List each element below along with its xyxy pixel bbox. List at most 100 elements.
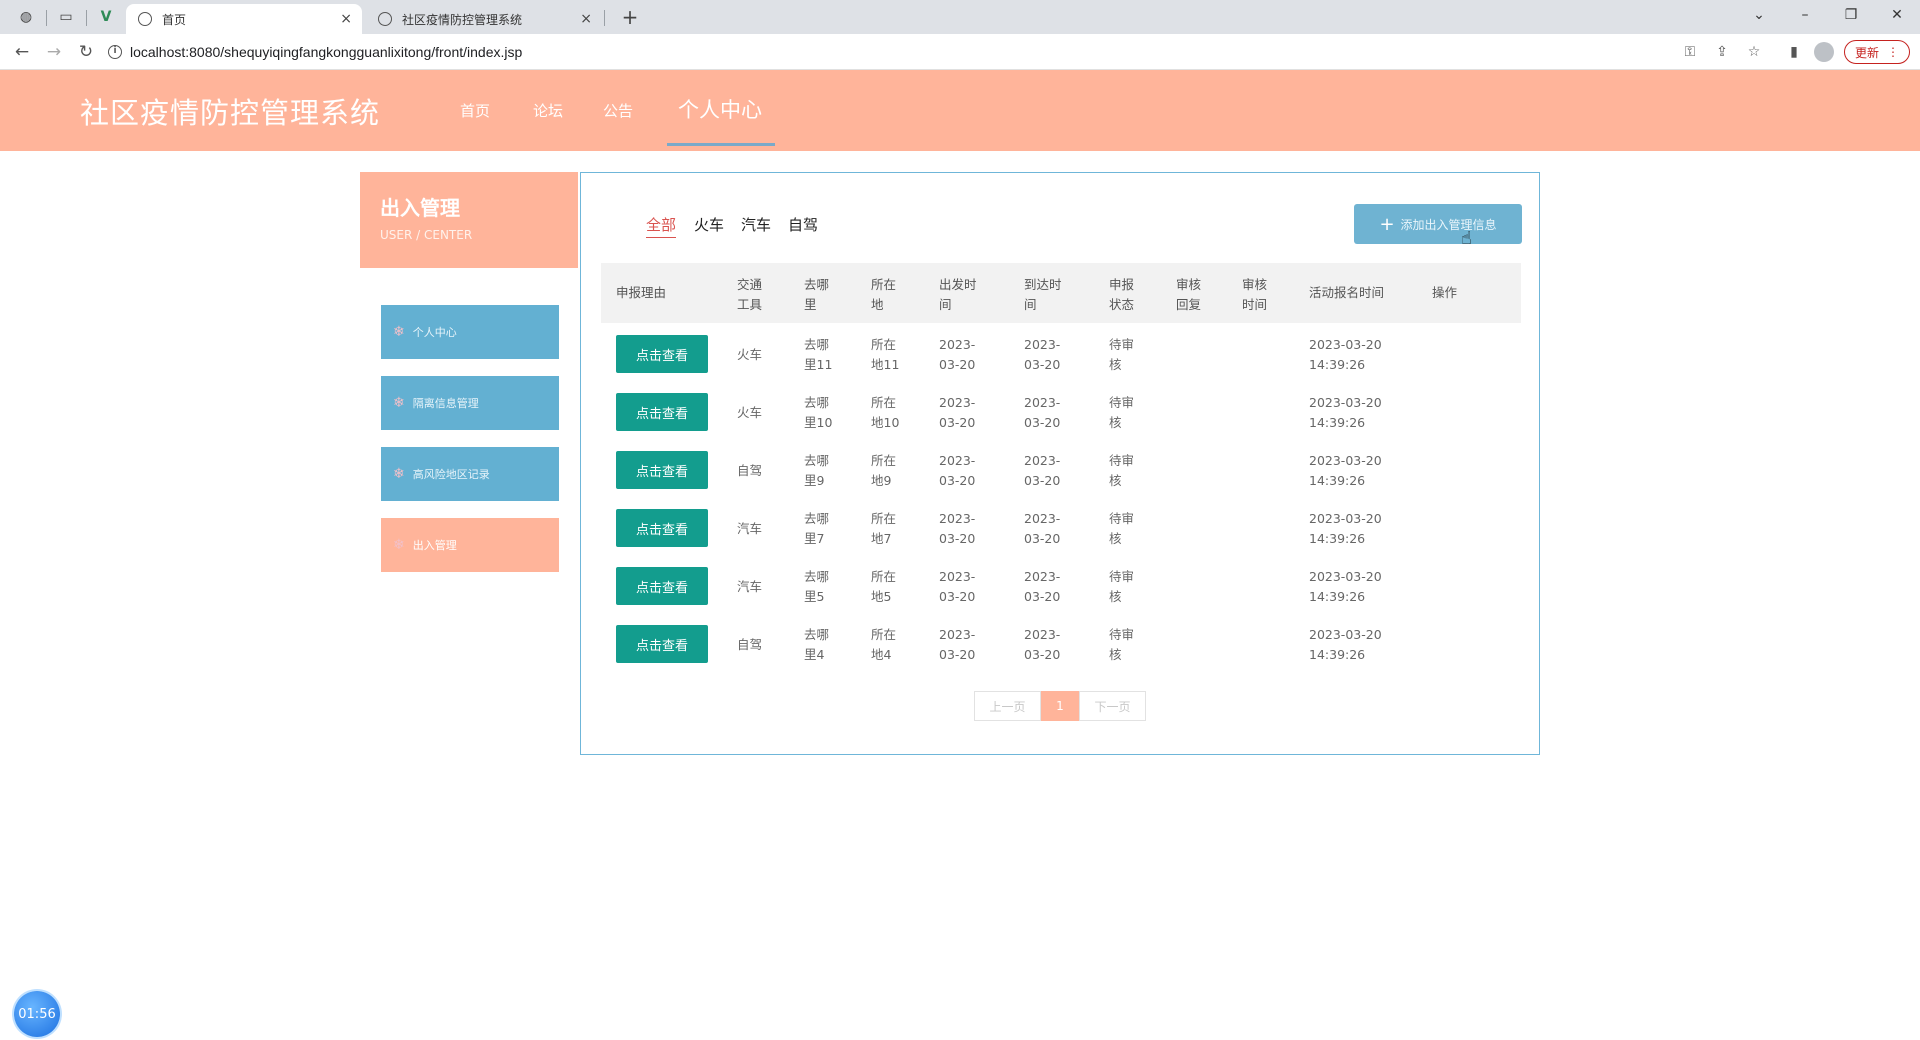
cell-signup-date-text: 2023-03-20 [1309, 627, 1382, 642]
sidebar-item-label: 个人中心 [412, 326, 457, 339]
page-1-button[interactable]: 1 [1041, 691, 1079, 721]
new-tab-button[interactable]: + [616, 4, 644, 30]
view-details-button[interactable]: 点击查看 [616, 509, 708, 547]
cell-status: 待审核 [1109, 395, 1135, 430]
cell-signup-time: 2023-03-20 14:39:26 [1309, 335, 1382, 375]
url-field[interactable]: i localhost:8080/shequyiqingfangkongguan… [108, 38, 1808, 66]
filter-self-drive[interactable]: 自驾 [788, 214, 818, 235]
snowflake-icon: ❄ [393, 395, 405, 411]
cell-signup-time: 2023-03-20 14:39:26 [1309, 509, 1382, 549]
update-button[interactable]: 更新 ⋮ [1844, 40, 1910, 64]
pinned-tab-vue-icon[interactable]: V [92, 4, 120, 30]
cell-signup-time: 2023-03-20 14:39:26 [1309, 393, 1382, 433]
view-details-button[interactable]: 点击查看 [616, 393, 708, 431]
col-signup-time: 活动报名时间 [1309, 285, 1385, 300]
cell-depart: 2023-03-20 [939, 453, 976, 488]
cell-arrive: 2023-03-20 [1024, 453, 1061, 488]
sidebar-header: 出入管理 USER / CENTER [360, 172, 578, 268]
col-status: 申报状态 [1109, 277, 1135, 312]
tab-close-icon[interactable]: × [580, 11, 592, 27]
reload-icon[interactable]: ↻ [74, 40, 98, 64]
sidebar-item-label: 高风险地区记录 [412, 468, 490, 481]
view-details-button[interactable]: 点击查看 [616, 567, 708, 605]
view-details-button[interactable]: 点击查看 [616, 451, 708, 489]
sidebar-item-user-center[interactable]: ❄ 个人中心 [381, 305, 559, 359]
snowflake-icon: ❄ [393, 466, 405, 482]
add-record-button[interactable]: + 添加出入管理信息 [1354, 204, 1522, 244]
cell-signup-time: 2023-03-20 14:39:26 [1309, 567, 1382, 607]
sidebar-title: 出入管理 [380, 196, 460, 220]
cell-location: 所在地11 [871, 337, 900, 372]
nav-announcement[interactable]: 公告 [603, 100, 633, 121]
tab-close-icon[interactable]: × [340, 11, 352, 27]
next-page-button[interactable]: 下一页 [1079, 691, 1146, 721]
cell-signup-date-text: 2023-03-20 [1309, 453, 1382, 468]
table-row: 点击查看 自驾 去哪里4 所在地4 2023-03-20 2023-03-20 待审核 202… [601, 615, 1521, 673]
share-icon[interactable]: ⇪ [1712, 42, 1732, 62]
prev-page-button[interactable]: 上一页 [974, 691, 1041, 721]
filter-train[interactable]: 火车 [694, 214, 724, 235]
col-reply: 审核回复 [1176, 277, 1202, 312]
nav-user-center[interactable]: 个人中心 [678, 94, 762, 124]
col-depart: 出发时间 [939, 277, 977, 312]
tab-home[interactable]: 首页 × [126, 4, 362, 34]
cell-signup-time: 2023-03-20 14:39:26 [1309, 625, 1382, 665]
profile-avatar[interactable] [1814, 42, 1834, 62]
globe-icon [378, 12, 392, 26]
filter-bus[interactable]: 汽车 [741, 214, 771, 235]
table-row: 点击查看 自驾 去哪里9 所在地9 2023-03-20 2023-03-20 待审核 202… [601, 441, 1521, 499]
url-text: localhost:8080/shequyiqingfangkongguanli… [130, 44, 523, 60]
site-info-icon[interactable]: i [108, 45, 122, 59]
cell-signup-time: 2023-03-20 14:39:26 [1309, 451, 1382, 491]
table-header: 申报理由 交通工具 去哪里 所在地 出发时间 到达时间 申报状态 审核回复 审核… [601, 263, 1521, 323]
snowflake-icon: ❄ [393, 537, 405, 553]
sidebar-item-access[interactable]: ❄ 出入管理 [381, 518, 559, 572]
plus-icon: + [1379, 213, 1395, 235]
cell-depart: 2023-03-20 [939, 627, 976, 662]
cell-signup-clock-text: 14:39:26 [1309, 473, 1366, 488]
cell-signup-clock-text: 14:39:26 [1309, 531, 1366, 546]
cell-transport: 汽车 [737, 579, 763, 594]
cell-depart: 2023-03-20 [939, 337, 976, 372]
close-window-button[interactable]: ✕ [1874, 0, 1920, 30]
nav-forum[interactable]: 论坛 [533, 100, 563, 121]
side-panel-icon[interactable]: ▮ [1784, 42, 1804, 62]
key-icon[interactable]: ⚿ [1680, 42, 1700, 62]
restore-button[interactable]: ❐ [1828, 0, 1874, 30]
cell-signup-clock-text: 14:39:26 [1309, 589, 1366, 604]
cell-signup-date-text: 2023-03-20 [1309, 395, 1382, 410]
cell-status: 待审核 [1109, 453, 1135, 488]
back-icon[interactable]: ← [10, 40, 34, 64]
tab-search-icon[interactable]: ⌄ [1736, 0, 1782, 30]
pinned-tab-blank-icon[interactable]: ▭ [52, 4, 80, 30]
cell-signup-clock-text: 14:39:26 [1309, 647, 1366, 662]
sidebar-item-high-risk[interactable]: ❄ 高风险地区记录 [381, 447, 559, 501]
cell-arrive: 2023-03-20 [1024, 569, 1061, 604]
nav-home[interactable]: 首页 [460, 100, 490, 121]
forward-icon[interactable]: → [42, 40, 66, 64]
cell-status: 待审核 [1109, 511, 1135, 546]
view-details-button[interactable]: 点击查看 [616, 335, 708, 373]
filter-all[interactable]: 全部 [646, 214, 677, 238]
sidebar-item-isolation[interactable]: ❄ 隔离信息管理 [381, 376, 559, 430]
more-menu-icon: ⋮ [1887, 45, 1899, 59]
col-location: 所在地 [871, 277, 897, 312]
cell-arrive: 2023-03-20 [1024, 337, 1061, 372]
pinned-tab-globe-icon[interactable]: ◍ [12, 4, 40, 30]
add-button-label: 添加出入管理信息 [1400, 217, 1497, 232]
bookmark-star-icon[interactable]: ☆ [1744, 42, 1764, 62]
recording-timer[interactable]: 01:56 [14, 991, 60, 1037]
cell-transport: 自驾 [737, 463, 763, 478]
table-row: 点击查看 汽车 去哪里7 所在地7 2023-03-20 2023-03-20 待审核 202… [601, 499, 1521, 557]
cell-signup-date-text: 2023-03-20 [1309, 569, 1382, 584]
view-details-button[interactable]: 点击查看 [616, 625, 708, 663]
cell-depart: 2023-03-20 [939, 569, 976, 604]
cell-location: 所在地4 [871, 627, 897, 662]
table-row: 点击查看 汽车 去哪里5 所在地5 2023-03-20 2023-03-20 待审核 202… [601, 557, 1521, 615]
hand-cursor-icon: ☝ [1461, 228, 1472, 249]
active-nav-underline [667, 143, 775, 146]
col-destination: 去哪里 [804, 277, 830, 312]
tab-system[interactable]: 社区疫情防控管理系统 × [366, 4, 602, 34]
minimize-button[interactable]: – [1782, 0, 1828, 30]
update-label: 更新 [1854, 45, 1879, 60]
